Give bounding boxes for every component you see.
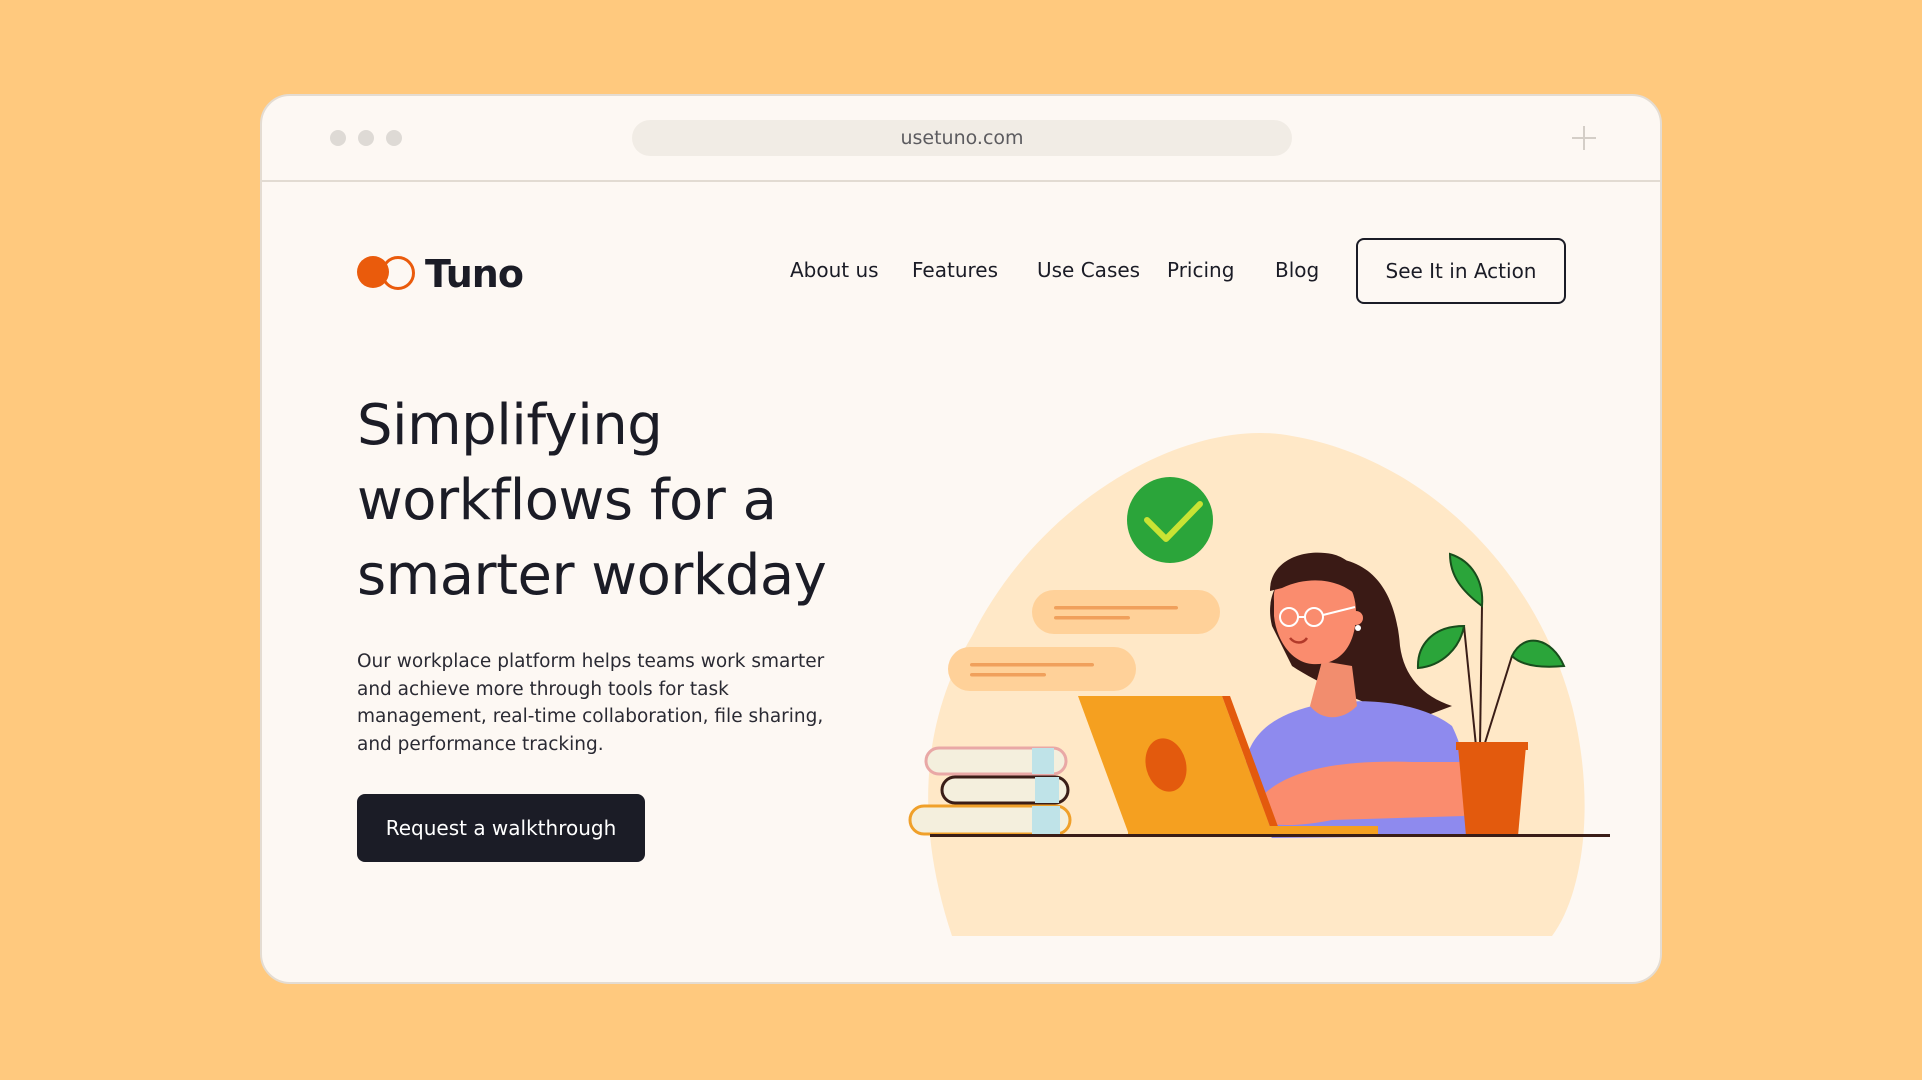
chat-bubble-1 [1032, 590, 1220, 634]
window-dot-2[interactable] [358, 130, 374, 146]
hero-description: Our workplace platform helps teams work … [357, 651, 825, 755]
chat-bubble-2 [948, 647, 1136, 691]
desk-line [930, 834, 1610, 837]
nav-about-us[interactable]: About us [790, 258, 879, 282]
browser-window: usetuno.com Tuno About us Features Use C… [260, 94, 1662, 984]
browser-chrome: usetuno.com [262, 96, 1660, 182]
logo-mark-icon [357, 255, 415, 293]
see-it-in-action-button[interactable]: See It in Action [1356, 238, 1566, 304]
address-bar[interactable]: usetuno.com [632, 120, 1292, 156]
hero-illustration [908, 432, 1610, 936]
nav-features[interactable]: Features [912, 258, 998, 282]
hero-headline: Simplifying workflows for a smarter work… [357, 388, 877, 613]
window-dot-1[interactable] [330, 130, 346, 146]
nav-blog[interactable]: Blog [1275, 258, 1319, 282]
headline-line-3: smarter workday [357, 543, 827, 608]
headline-line-2: workflows for a [357, 468, 777, 533]
checkmark-icon [1127, 477, 1213, 563]
logo-text: Tuno [425, 252, 524, 296]
headline-line-1: Simplifying [357, 393, 663, 458]
nav-pricing[interactable]: Pricing [1167, 258, 1234, 282]
window-dot-3[interactable] [386, 130, 402, 146]
request-walkthrough-button[interactable]: Request a walkthrough [357, 794, 645, 862]
new-tab-plus-icon[interactable] [1570, 124, 1598, 152]
nav-use-cases[interactable]: Use Cases [1037, 258, 1140, 282]
brand-logo[interactable]: Tuno [357, 252, 524, 296]
